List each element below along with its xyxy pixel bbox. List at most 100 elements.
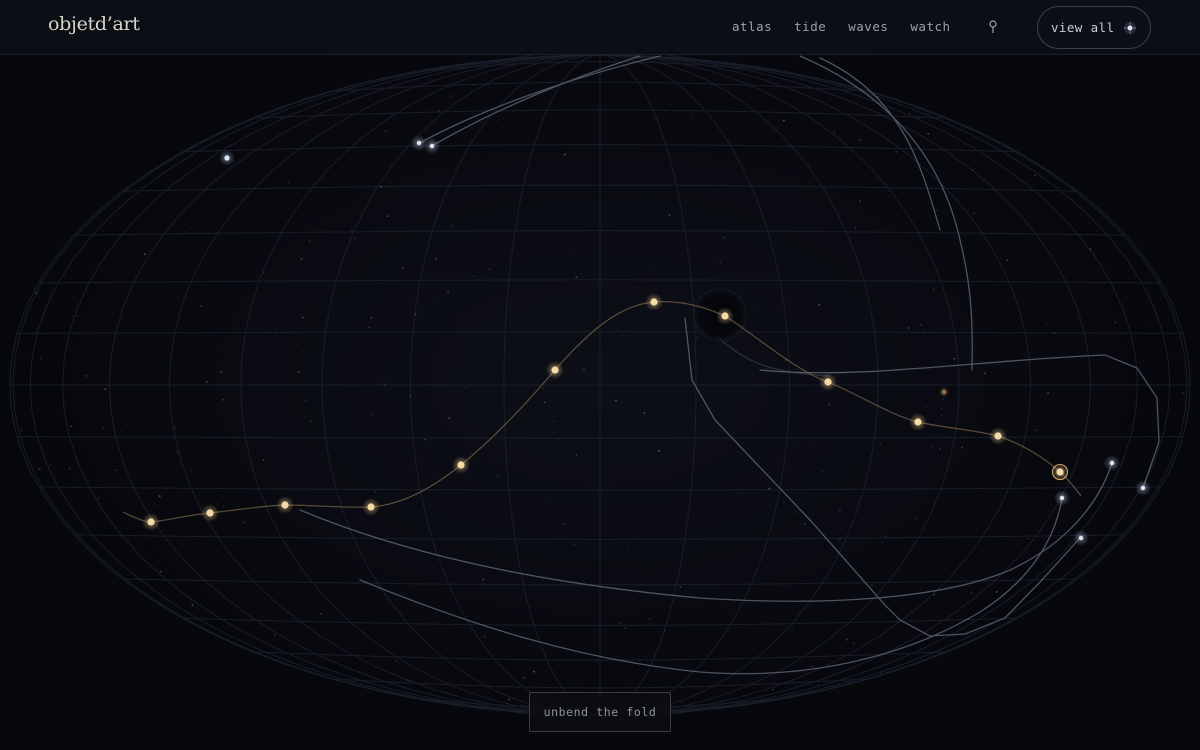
map-pin-icon[interactable] [986,19,1000,35]
nav-item-watch[interactable]: watch [910,19,950,34]
dust-particle [949,230,951,232]
dust-particle [833,131,835,134]
dust-particle [368,472,371,474]
constellation-star[interactable] [551,366,559,374]
dust-particle [618,622,621,624]
unbend-fold-button[interactable]: unbend the fold [529,692,671,732]
view-all-button[interactable]: view all [1037,6,1151,49]
dust-particle [386,215,389,218]
dust-particle [153,503,156,506]
dust-particle [888,194,890,196]
dust-particle [372,414,374,417]
constellation-star[interactable] [147,518,155,526]
dust-particle [997,357,999,359]
brand-logo[interactable]: objetd’art [48,13,140,35]
dust-particle [871,584,873,587]
trail-head-star[interactable] [1078,535,1084,541]
dust-particle [910,354,911,355]
trail-head-star[interactable] [429,143,435,149]
dust-particle [579,346,581,348]
dust-particle [772,434,774,436]
dust-particle [502,126,504,128]
dust-particle [477,152,479,154]
dust-particle [414,313,417,316]
dust-particle [509,307,512,310]
constellation-star[interactable] [206,509,214,517]
constellation-star[interactable] [367,503,375,511]
dust-particle [794,446,796,447]
dust-particle [469,452,472,454]
dust-particle [907,326,910,330]
constellation-star[interactable] [1056,468,1064,476]
dust-particle [623,379,625,382]
dust-particle [68,467,71,470]
dust-particle [447,290,450,293]
dust-particle [624,627,627,629]
dust-particle [189,470,191,472]
dust-particle [159,570,162,573]
dust-particle [385,268,387,270]
dust-particle [1047,392,1050,394]
dust-particle [908,240,911,242]
dust-particle [85,375,88,377]
dust-particle [223,505,225,507]
dust-particle [852,642,855,644]
trail-head-star[interactable] [224,155,230,161]
constellation-star[interactable] [457,461,465,469]
nav-item-atlas[interactable]: atlas [732,19,772,34]
dust-particle [541,67,543,69]
distant-star[interactable] [942,390,946,394]
constellation-star[interactable] [914,418,922,426]
dust-particle [691,114,693,116]
dust-particle [450,95,453,98]
dust-particle [262,459,265,461]
dust-particle [845,362,847,364]
dust-particle [1089,528,1091,530]
trail-head-star[interactable] [1109,460,1115,466]
dust-particle [547,200,548,202]
dust-particle [575,453,578,456]
trail-head-star[interactable] [1140,485,1146,491]
dust-particle [182,298,184,300]
nav-item-tide[interactable]: tide [794,19,826,34]
dust-particle [793,511,796,514]
dust-particle [849,451,852,453]
trail-head-star[interactable] [416,140,422,146]
trail-head-star[interactable] [1059,495,1065,501]
dust-particle [38,467,41,470]
dust-particle [668,214,671,216]
dust-particle [223,413,225,415]
dust-particle [970,591,973,595]
constellation-star[interactable] [721,312,729,320]
dust-particle [641,381,643,383]
dust-particle [1178,337,1180,339]
constellation-star[interactable] [994,432,1002,440]
dust-particle [655,440,657,442]
dust-particle [818,684,820,686]
dust-particle [810,665,813,668]
dust-particle [854,227,857,229]
dust-particle [496,474,499,477]
dust-particle [553,420,555,422]
nav-item-waves[interactable]: waves [848,19,888,34]
star-map-canvas[interactable] [0,0,1200,750]
dust-particle [189,227,192,230]
dust-particle [424,438,427,441]
dust-particle [915,518,918,521]
constellation-star[interactable] [650,298,658,306]
dust-particle [434,257,438,260]
dust-particle [308,240,311,243]
constellation-star[interactable] [824,378,832,386]
dust-particle [310,420,313,423]
dust-particle [932,288,935,291]
dust-particle [174,427,177,430]
dust-particle [543,401,546,404]
constellation-star[interactable] [281,501,289,509]
dust-particle [771,688,774,691]
dust-particle [574,253,576,255]
dust-particle [923,461,925,463]
dust-particle [803,522,806,525]
dust-particle [263,272,265,273]
dust-particle [533,670,536,673]
dust-particle [652,117,655,119]
